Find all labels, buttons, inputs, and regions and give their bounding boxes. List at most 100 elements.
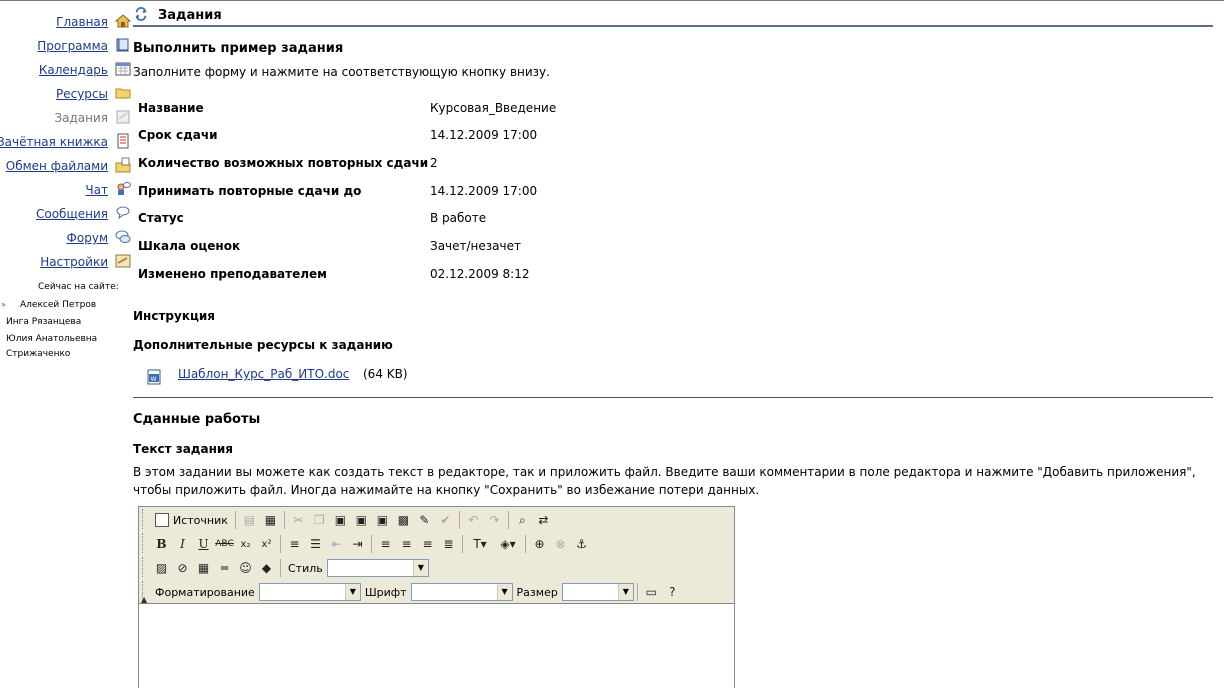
sidebar-item-calendar[interactable]: Календарь (0, 61, 135, 81)
subscript-icon[interactable]: x₂ (235, 534, 256, 555)
sidebar-item-label[interactable]: Чат (85, 183, 108, 197)
sidebar-item-file-exchange[interactable]: Обмен файлами (0, 157, 135, 177)
text-heading: Текст задания (133, 442, 233, 456)
sidebar-item-messages[interactable]: Сообщения (0, 205, 135, 225)
sidebar-item-assignments[interactable]: Задания (0, 109, 135, 129)
italic-icon[interactable]: I (172, 534, 193, 555)
anchor-icon[interactable]: ⚓ (571, 534, 592, 555)
underline-icon[interactable]: U (193, 534, 214, 555)
smiley-icon[interactable]: ☺ (235, 558, 256, 579)
paste-text-icon[interactable]: ▣ (351, 510, 372, 531)
toolbar-grip[interactable] (142, 533, 146, 553)
online-user[interactable]: Инга Рязанцева (6, 317, 81, 327)
link-icon[interactable]: ⊕ (529, 534, 550, 555)
info-label: Статус (138, 211, 184, 225)
sidebar-item-home[interactable]: Главная (0, 13, 135, 33)
sidebar-item-label[interactable]: Календарь (39, 63, 108, 77)
size-select[interactable]: ▼ (561, 583, 634, 601)
remove-format-icon[interactable]: ✎ (414, 510, 435, 531)
submissions-heading: Сданные работы (133, 412, 261, 427)
sidebar-item-resources[interactable]: Ресурсы (0, 85, 135, 105)
copy-icon[interactable]: ❐ (309, 510, 330, 531)
redo-icon[interactable]: ↷ (484, 510, 505, 531)
info-label: Шкала оценок (138, 239, 241, 253)
info-label: Срок сдачи (138, 128, 218, 142)
flash-icon[interactable]: ⊘ (172, 558, 193, 579)
font-select[interactable]: ▼ (410, 583, 513, 601)
style-label: Стиль (288, 561, 323, 575)
spellcheck-icon[interactable]: ✔ (435, 510, 456, 531)
sidebar-item-chat[interactable]: Чат (0, 181, 135, 201)
bulleted-list-icon[interactable]: ☰ (305, 534, 326, 555)
paste-icon[interactable]: ▣ (330, 510, 351, 531)
sidebar-item-label[interactable]: Сообщения (36, 207, 108, 221)
folder-icon (115, 88, 131, 99)
text-color-icon[interactable]: T▾ (466, 534, 494, 555)
unlink-icon[interactable]: ⊗ (550, 534, 571, 555)
toolbar-grip[interactable] (142, 509, 146, 529)
undo-icon[interactable]: ↶ (463, 510, 484, 531)
background-color-icon[interactable]: ◈▾ (494, 534, 522, 555)
style-select[interactable]: ▼ (326, 559, 429, 577)
sidebar-item-forum[interactable]: Форум (0, 229, 135, 249)
sidebar-item-gradebook[interactable]: Зачётная книжка (0, 133, 135, 153)
sidebar-item-settings[interactable]: Настройки (0, 253, 135, 273)
table-icon[interactable]: ▦ (193, 558, 214, 579)
save-icon[interactable]: ▤ (239, 510, 260, 531)
bold-icon[interactable]: B (151, 534, 172, 555)
align-right-icon[interactable]: ≡ (417, 534, 438, 555)
info-value: 14.12.2009 17:00 (430, 184, 538, 198)
indent-icon[interactable]: ⇥ (347, 534, 368, 555)
assignment-description: В этом задании вы можете как создать тек… (133, 465, 1196, 497)
select-all-icon[interactable]: ▩ (393, 510, 414, 531)
toolbar-grip[interactable] (142, 557, 146, 577)
sidebar-item-label[interactable]: Главная (56, 15, 108, 29)
new-page-icon[interactable]: ▦ (260, 510, 281, 531)
special-char-icon[interactable]: ◆ (256, 558, 277, 579)
align-left-icon[interactable]: ≡ (375, 534, 396, 555)
help-icon[interactable]: ? (662, 582, 683, 603)
chevron-down-icon: ▼ (617, 584, 633, 600)
align-center-icon[interactable]: ≡ (396, 534, 417, 555)
numbered-list-icon[interactable]: ≡ (284, 534, 305, 555)
strikethrough-icon[interactable]: ABC (214, 534, 235, 555)
info-row: Название Курсовая_Введение (138, 101, 838, 121)
file-exchange-icon (115, 157, 131, 173)
info-value: 2 (430, 156, 438, 170)
align-justify-icon[interactable]: ≣ (438, 534, 459, 555)
replace-icon[interactable]: ⇄ (533, 510, 554, 531)
image-icon[interactable]: ▨ (151, 558, 172, 579)
toolbar-separator (283, 511, 285, 529)
info-value: 14.12.2009 17:00 (430, 128, 538, 142)
horizontal-rule-icon[interactable]: ═ (214, 558, 235, 579)
sidebar-item-label[interactable]: Форум (67, 231, 108, 245)
outdent-icon[interactable]: ⇤ (326, 534, 347, 555)
sidebar-item-label[interactable]: Обмен файлами (6, 159, 108, 173)
sidebar-item-program[interactable]: Программа (0, 37, 135, 57)
toolbar-separator (371, 535, 372, 553)
source-button[interactable]: Источник (151, 513, 232, 527)
online-user[interactable]: Стрижаченко (6, 349, 70, 359)
rich-text-editor: Источник ▤ ▦ ✂ ❐ ▣ ▣ ▣ ▩ ✎ ✔ ↶ ↷ ⌕ ⇄ B I… (138, 506, 735, 694)
assignment-icon (116, 110, 130, 124)
refresh-icon (135, 7, 147, 21)
cut-icon[interactable]: ✂ (288, 510, 309, 531)
sidebar-item-label[interactable]: Настройки (40, 255, 108, 269)
chevron-down-icon: ▼ (496, 584, 512, 600)
find-icon[interactable]: ⌕ (512, 510, 533, 531)
editor-text-area[interactable] (139, 603, 734, 694)
online-user[interactable]: Юлия Анатольевна (6, 334, 97, 344)
resource-file-link[interactable]: Шаблон_Курс_Раб_ИТО.doc (178, 367, 349, 381)
maximize-icon[interactable]: ▭ (641, 582, 662, 603)
sidebar-item-label[interactable]: Зачётная книжка (0, 135, 108, 149)
sidebar-item-label[interactable]: Ресурсы (56, 87, 108, 101)
sidebar-item-label[interactable]: Программа (37, 39, 108, 53)
info-label: Принимать повторные сдачи до (138, 184, 362, 198)
superscript-icon[interactable]: x² (256, 534, 277, 555)
paste-word-icon[interactable]: ▣ (372, 510, 393, 531)
word-document-icon: W (147, 369, 161, 385)
format-select[interactable]: ▼ (258, 583, 361, 601)
toolbar-separator (458, 511, 460, 529)
resource-file-size: (64 KB) (363, 367, 408, 381)
online-user[interactable]: Алексей Петров (20, 300, 96, 310)
